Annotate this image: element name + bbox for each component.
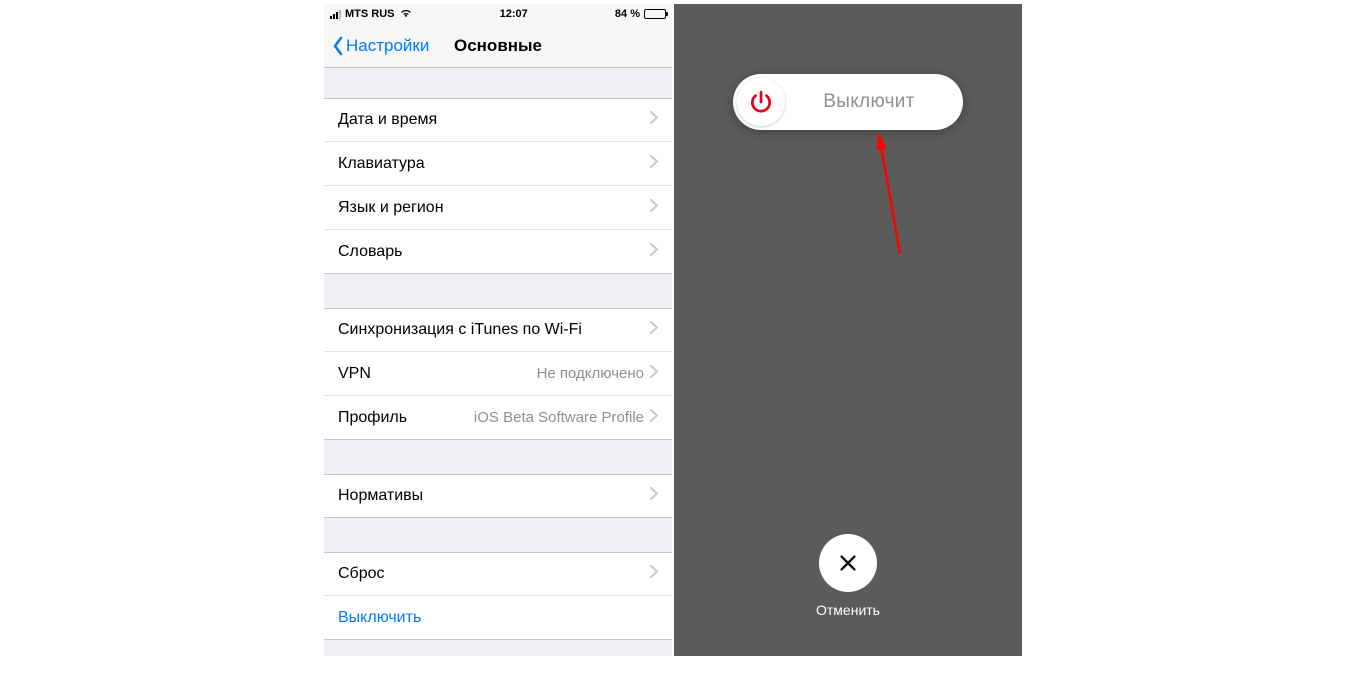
profile-value: iOS Beta Software Profile <box>474 409 644 426</box>
chevron-right-icon <box>650 243 658 261</box>
cell-shutdown[interactable]: Выключить <box>324 596 672 640</box>
cell-reset[interactable]: Сброс <box>324 552 672 596</box>
cancel-label: Отменить <box>816 602 880 618</box>
cell-profile[interactable]: Профиль iOS Beta Software Profile <box>324 396 672 440</box>
cell-lang-region[interactable]: Язык и регион <box>324 186 672 230</box>
back-button[interactable]: Настройки <box>332 36 429 56</box>
chevron-right-icon <box>650 365 658 383</box>
cell-regulatory[interactable]: Нормативы <box>324 474 672 518</box>
power-off-slider[interactable]: Выключит <box>733 74 963 130</box>
nav-bar: Настройки Основные <box>324 24 672 68</box>
annotation-arrow-icon <box>872 134 912 264</box>
back-label: Настройки <box>346 36 429 56</box>
chevron-right-icon <box>650 321 658 339</box>
chevron-left-icon <box>332 36 344 56</box>
carrier-label: MTS RUS <box>345 8 395 20</box>
cell-keyboard[interactable]: Клавиатура <box>324 142 672 186</box>
chevron-right-icon <box>650 565 658 583</box>
battery-pct: 84 % <box>615 8 640 20</box>
power-icon <box>748 89 774 115</box>
cell-date-time[interactable]: Дата и время <box>324 98 672 142</box>
power-off-screen: Выключит Отменить <box>674 4 1022 656</box>
settings-screen: MTS RUS 12:07 84 % Настройки Основные Да… <box>324 4 672 656</box>
power-knob[interactable] <box>737 78 785 126</box>
cancel-button[interactable] <box>819 534 877 592</box>
cell-vpn[interactable]: VPN Не подключено <box>324 352 672 396</box>
signal-icon <box>330 9 341 19</box>
chevron-right-icon <box>650 199 658 217</box>
close-icon <box>837 552 859 574</box>
status-bar: MTS RUS 12:07 84 % <box>324 4 672 24</box>
vpn-value: Не подключено <box>537 365 644 382</box>
battery-icon <box>644 9 666 19</box>
status-time: 12:07 <box>500 8 528 20</box>
chevron-right-icon <box>650 409 658 427</box>
chevron-right-icon <box>650 111 658 129</box>
slider-label: Выключит <box>785 91 963 113</box>
chevron-right-icon <box>650 487 658 505</box>
wifi-icon <box>399 8 413 21</box>
cell-itunes-wifi[interactable]: Синхронизация с iTunes по Wi-Fi <box>324 308 672 352</box>
chevron-right-icon <box>650 155 658 173</box>
cell-dictionary[interactable]: Словарь <box>324 230 672 274</box>
